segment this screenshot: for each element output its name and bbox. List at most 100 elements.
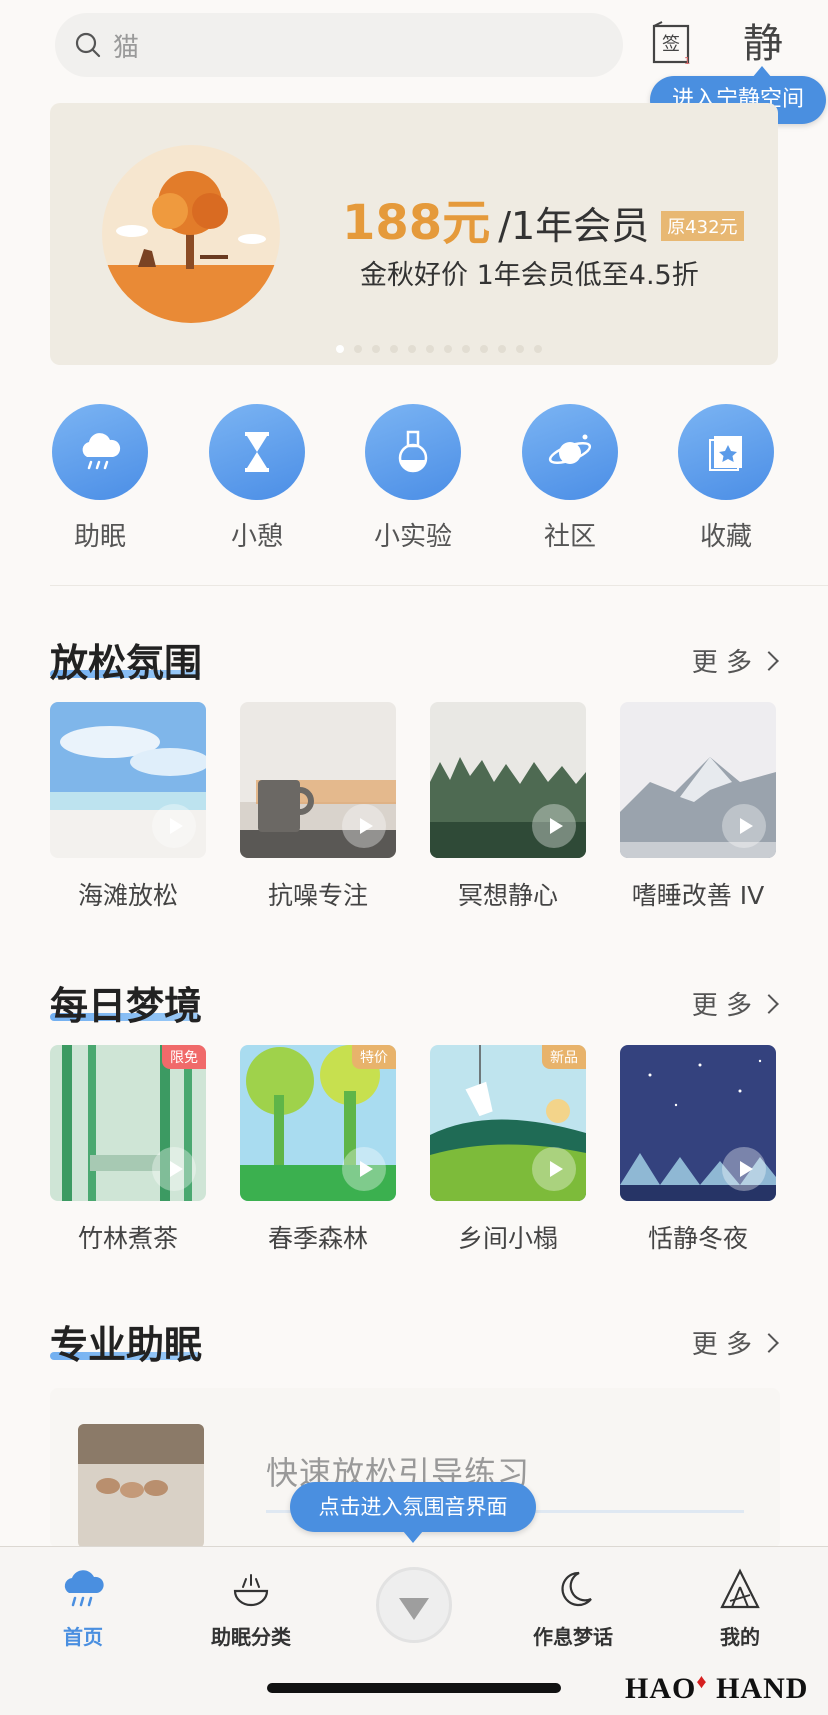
category-favorites[interactable]: 收藏 — [676, 404, 776, 553]
banner-dot[interactable] — [534, 345, 542, 353]
chevron-right-icon — [759, 650, 779, 671]
moon-icon — [561, 1571, 592, 1607]
banner-dot[interactable] — [480, 345, 488, 353]
rain-cloud-icon — [64, 1570, 104, 1607]
card-title: 抗噪专注 — [267, 881, 368, 910]
promo-subtitle: 金秋好价 1年会员低至4.5折 — [360, 260, 699, 291]
watermark-right: HAND — [716, 1672, 809, 1705]
search-placeholder: 猫 — [113, 32, 140, 63]
autumn-tree-illustration — [102, 145, 280, 323]
bowl-icon — [233, 1574, 269, 1607]
banner-pagination — [336, 345, 542, 353]
category-label: 收藏 — [699, 522, 752, 552]
category-community[interactable]: 社区 — [520, 404, 620, 553]
flame-icon: ♦ — [696, 1671, 708, 1693]
card-title: 恬静冬夜 — [647, 1224, 748, 1253]
category-label: 小憩 — [230, 522, 283, 552]
banner-dot[interactable] — [354, 345, 362, 353]
play-icon[interactable] — [342, 1147, 386, 1191]
banner-dot[interactable] — [390, 345, 398, 353]
dream-card-countryside[interactable]: 新品 乡间小榻 — [430, 1045, 586, 1255]
play-icon[interactable] — [722, 804, 766, 848]
play-icon[interactable] — [152, 804, 196, 848]
badge-sale: 特价 — [352, 1045, 396, 1069]
tab-home[interactable]: 首页 — [23, 1565, 143, 1650]
play-icon[interactable] — [722, 1147, 766, 1191]
promo-price-value: 188元 — [342, 195, 491, 251]
banner-dot[interactable] — [462, 345, 470, 353]
quiet-space-button[interactable]: 静 — [735, 18, 791, 70]
more-pro-button[interactable]: 更 多 — [691, 1324, 779, 1361]
search-icon — [75, 32, 101, 58]
category-label: 助眠 — [73, 522, 126, 552]
play-icon[interactable] — [532, 804, 576, 848]
planet-icon — [548, 434, 592, 464]
more-label: 更 多 — [691, 1330, 752, 1360]
promo-original-price: 原432元 — [661, 211, 744, 241]
promo-price: 188元 /1年会员 原432元 — [342, 183, 744, 253]
tab-sleep-categories[interactable]: 助眠分类 — [191, 1565, 311, 1650]
banner-dot[interactable] — [408, 345, 416, 353]
tab-label: 我的 — [720, 1625, 760, 1649]
more-relax-button[interactable]: 更 多 — [691, 642, 779, 679]
svg-text:签: 签 — [662, 34, 680, 55]
chevron-right-icon — [759, 1332, 779, 1353]
tab-label: 首页 — [63, 1625, 103, 1649]
banner-dot[interactable] — [426, 345, 434, 353]
dream-card-winter-night[interactable]: 恬静冬夜 — [620, 1045, 776, 1255]
star-book-icon — [709, 436, 742, 471]
banner-dot[interactable] — [336, 345, 344, 353]
relax-card-sleepiness[interactable]: 嗜睡改善 IV — [620, 702, 776, 912]
watermark-left: HAO — [625, 1672, 697, 1705]
category-experiment[interactable]: 小实验 — [363, 404, 463, 553]
svg-text:1: 1 — [684, 56, 690, 67]
card-title: 冥想静心 — [457, 881, 558, 910]
play-icon[interactable] — [342, 804, 386, 848]
chevron-right-icon — [759, 993, 779, 1014]
tab-label: 助眠分类 — [211, 1625, 291, 1649]
section-title-relax: 放松氛围 — [50, 641, 203, 685]
play-icon[interactable] — [152, 1147, 196, 1191]
pebbles-image — [78, 1424, 204, 1548]
category-label: 小实验 — [373, 522, 452, 552]
relax-card-focus[interactable]: 抗噪专注 — [240, 702, 396, 912]
section-title-pro: 专业助眠 — [50, 1323, 203, 1367]
badge-new: 新品 — [542, 1045, 586, 1069]
promo-banner[interactable]: 188元 /1年会员 原432元 金秋好价 1年会员低至4.5折 — [50, 103, 778, 365]
sign-in-calendar-icon[interactable]: 签 1 — [650, 20, 698, 68]
play-icon[interactable] — [532, 1147, 576, 1191]
card-title: 春季森林 — [267, 1224, 368, 1253]
divider — [50, 585, 828, 586]
banner-dot[interactable] — [372, 345, 380, 353]
section-title-dream: 每日梦境 — [50, 984, 203, 1028]
relax-card-beach[interactable]: 海滩放松 — [50, 702, 206, 912]
promo-price-period: /1年会员 — [498, 204, 650, 248]
search-bar[interactable]: 猫 — [55, 13, 623, 77]
rain-cloud-icon — [82, 433, 121, 470]
card-title: 海滩放松 — [77, 881, 178, 910]
flask-icon — [398, 430, 428, 473]
banner-dot[interactable] — [498, 345, 506, 353]
tab-profile[interactable]: 我的 — [680, 1565, 800, 1650]
dream-card-bamboo[interactable]: 限免 竹林煮茶 — [50, 1045, 206, 1255]
banner-dot[interactable] — [444, 345, 452, 353]
ambient-sound-tooltip[interactable]: 点击进入氛围音界面 — [290, 1482, 536, 1543]
category-label: 社区 — [543, 522, 596, 552]
tent-icon — [720, 1568, 760, 1609]
more-label: 更 多 — [691, 991, 752, 1021]
card-title: 竹林煮茶 — [77, 1224, 178, 1253]
relax-card-meditation[interactable]: 冥想静心 — [430, 702, 586, 912]
more-dream-button[interactable]: 更 多 — [691, 985, 779, 1022]
tab-label: 作息梦话 — [533, 1625, 613, 1649]
hourglass-icon — [245, 432, 269, 472]
banner-dot[interactable] — [516, 345, 524, 353]
more-label: 更 多 — [691, 648, 752, 678]
ambient-player-button[interactable] — [376, 1567, 452, 1643]
category-nap[interactable]: 小憩 — [207, 404, 307, 553]
tab-schedule-sleeptalk[interactable]: 作息梦话 — [513, 1565, 633, 1650]
category-sleep-aid[interactable]: 助眠 — [50, 404, 150, 553]
watermark-logo: HAO♦ HAND — [625, 1671, 809, 1706]
dream-card-spring-forest[interactable]: 特价 春季森林 — [240, 1045, 396, 1255]
card-title: 乡间小榻 — [457, 1224, 558, 1253]
home-indicator[interactable] — [267, 1683, 561, 1693]
